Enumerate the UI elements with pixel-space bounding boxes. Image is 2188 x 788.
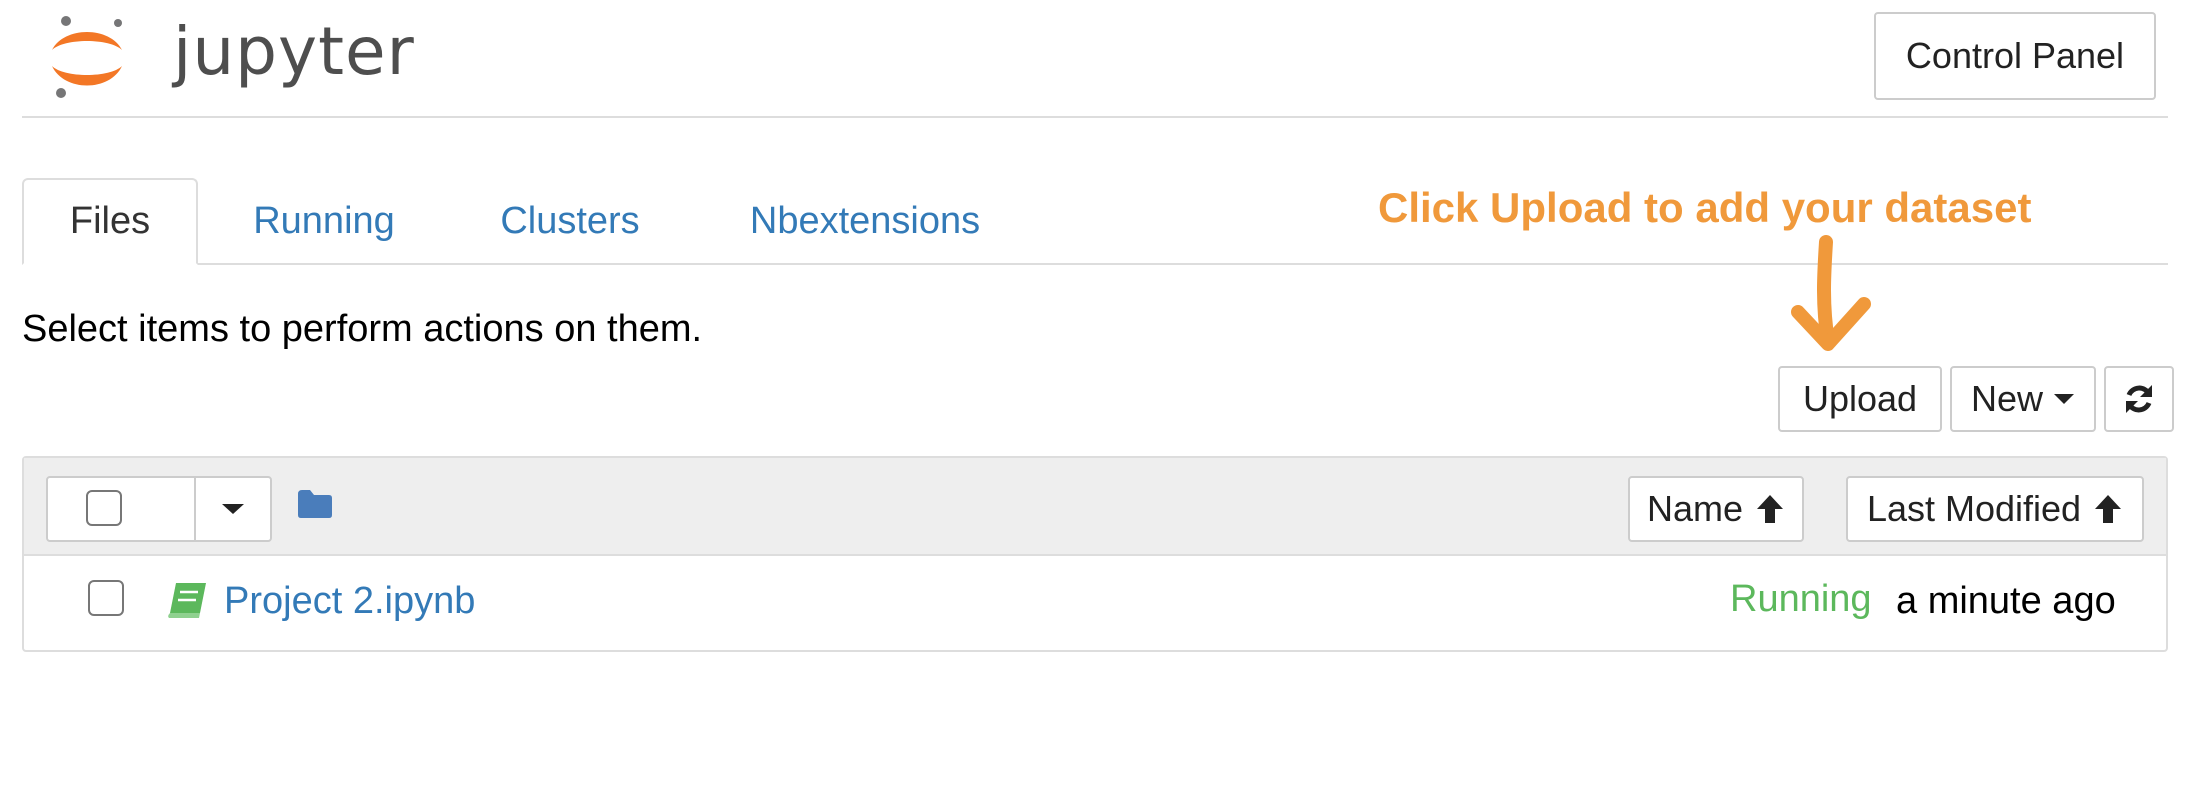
file-name-link[interactable]: Project 2.ipynb (224, 580, 475, 623)
new-button[interactable]: New (1950, 366, 2096, 432)
upload-annotation: Click Upload to add your dataset (1378, 184, 2032, 231)
notebook-icon (168, 583, 206, 618)
annotation-arrow-icon (1791, 235, 1871, 351)
refresh-icon (2126, 385, 2152, 413)
tab-nbextensions[interactable]: Nbextensions (726, 178, 1004, 265)
file-last-modified: a minute ago (1896, 580, 2116, 622)
sort-name-label: Name (1646, 488, 1744, 529)
caret-down-icon (2054, 394, 2075, 404)
file-status-running: Running (1730, 578, 1872, 620)
sort-modified-label: Last Modified (1866, 488, 2082, 529)
file-list-header (24, 458, 2166, 556)
new-button-label: New (1970, 378, 2044, 419)
tab-files[interactable]: Files (22, 178, 198, 265)
tab-running[interactable]: Running (222, 178, 426, 265)
instructions-text: Select items to perform actions on them. (22, 308, 703, 350)
jupyter-logo[interactable]: jupyter (40, 8, 414, 108)
row-checkbox[interactable] (88, 580, 124, 616)
upload-button[interactable]: Upload (1778, 366, 1942, 432)
tab-clusters[interactable]: Clusters (470, 178, 670, 265)
logo-wordmark: jupyter (173, 13, 415, 90)
sort-by-modified-button[interactable]: Last Modified (1846, 476, 2144, 542)
jupyter-logo-icon (52, 16, 122, 98)
refresh-button[interactable] (2104, 366, 2174, 432)
header-divider (22, 116, 2168, 118)
caret-down-icon (222, 504, 244, 514)
select-all-checkbox[interactable] (86, 490, 122, 526)
arrow-up-icon (2095, 495, 2122, 523)
selection-dropdown-button[interactable] (194, 476, 272, 542)
folder-icon[interactable] (296, 488, 334, 520)
sort-by-name-button[interactable]: Name (1628, 476, 1804, 542)
control-panel-button[interactable]: Control Panel (1874, 12, 2156, 100)
arrow-up-icon (1757, 495, 1784, 523)
upload-button-label: Upload (1802, 378, 1918, 419)
